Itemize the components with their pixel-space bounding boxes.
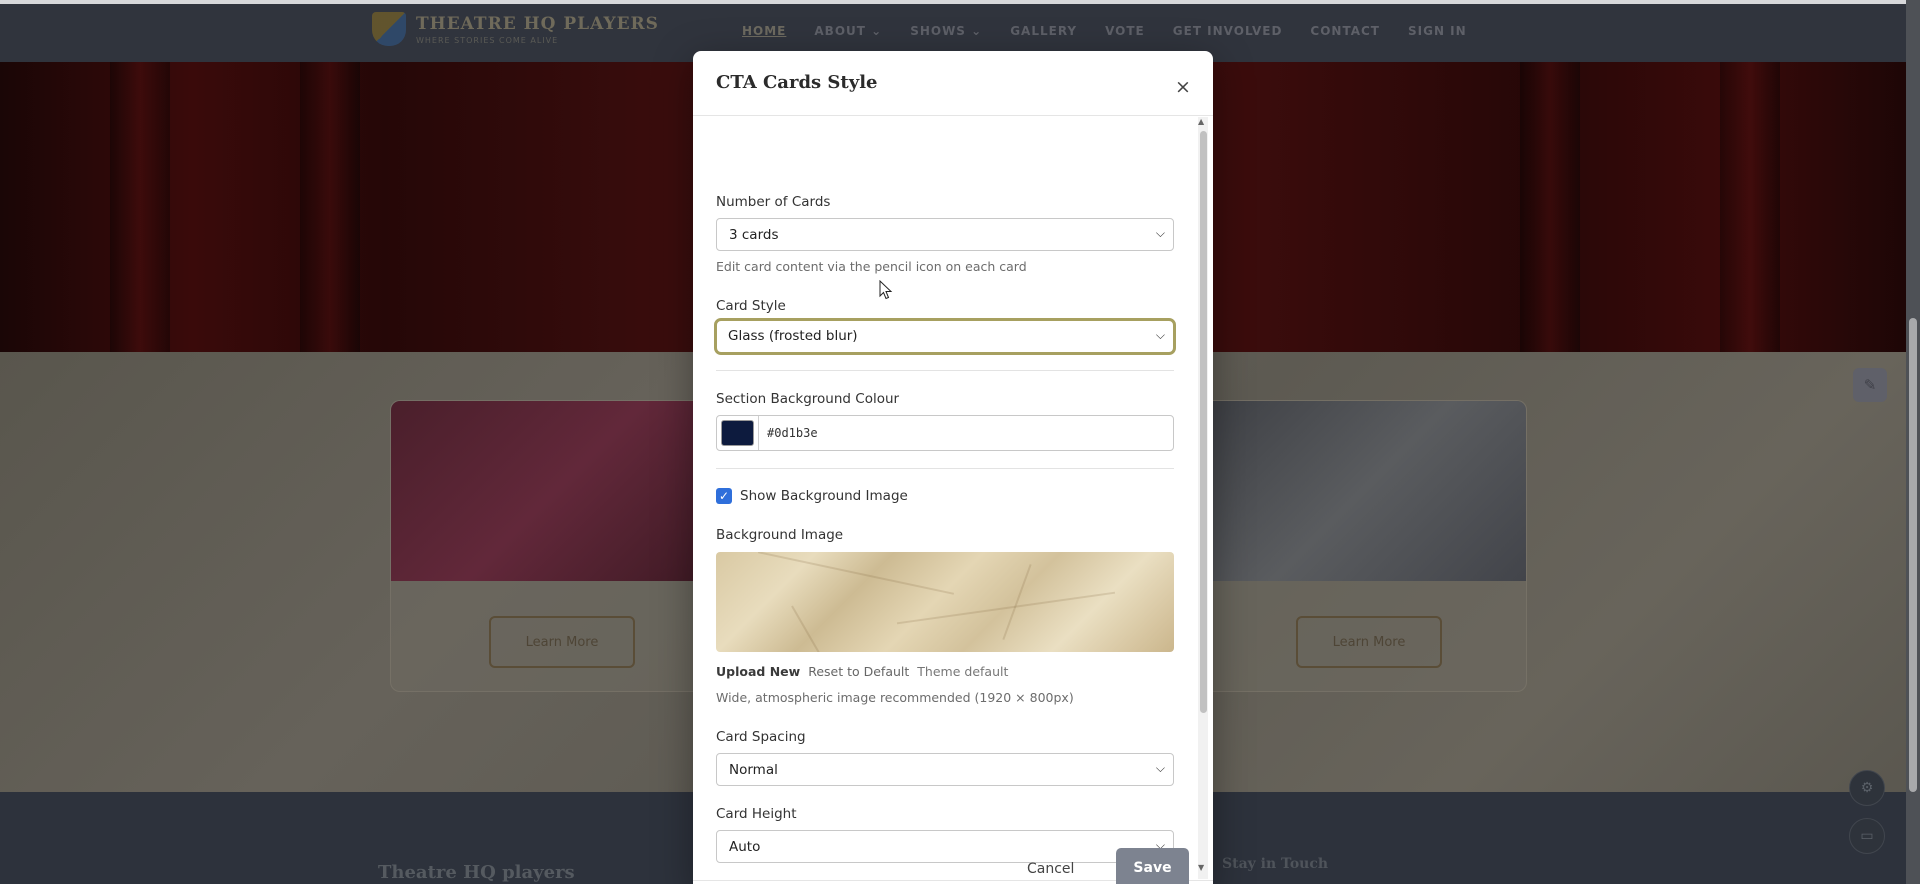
pencil-edit-icon[interactable]: ✎ <box>1853 368 1887 402</box>
footer-stay-in-touch: Stay in Touch <box>1222 856 1329 872</box>
nav-shows[interactable]: SHOWS ⌄ <box>910 24 982 38</box>
chevron-down-icon: ⌵ <box>1155 761 1165 775</box>
curtain-fold <box>1720 62 1780 352</box>
background-image-actions: Upload New Reset to Default Theme defaul… <box>716 664 1008 679</box>
color-separator <box>758 416 759 450</box>
show-bg-image-row[interactable]: ✓ Show Background Image <box>716 488 908 504</box>
card-style-label: Card Style <box>716 298 786 314</box>
card-spacing-value: Normal <box>729 762 778 778</box>
nav-sign-in[interactable]: SIGN IN <box>1408 24 1467 38</box>
background-image-preview <box>716 552 1174 652</box>
nav-contact[interactable]: CONTACT <box>1310 24 1380 38</box>
card-height-select[interactable]: Auto ⌵ <box>716 830 1174 863</box>
save-button[interactable]: Save <box>1116 848 1189 884</box>
cta-card: Learn More <box>1197 400 1527 692</box>
card-image-masks <box>391 401 719 581</box>
nav-vote[interactable]: VOTE <box>1105 24 1145 38</box>
settings-float-icon[interactable]: ⚙ <box>1849 770 1885 806</box>
scroll-up-arrow-icon[interactable]: ▲ <box>1198 117 1204 126</box>
nav-home[interactable]: HOME <box>742 24 786 38</box>
card-image-tickets <box>1198 401 1526 581</box>
divider <box>716 370 1174 371</box>
background-image-help: Wide, atmospheric image recommended (192… <box>716 690 1074 705</box>
show-bg-image-checkbox[interactable]: ✓ <box>716 488 732 504</box>
modal-body: Number of Cards 3 cards ⌵ Edit card cont… <box>693 117 1213 879</box>
cta-card: Learn More <box>390 400 720 692</box>
brand-tagline: WHERE STORIES COME ALIVE <box>416 35 559 45</box>
brand-name: THEATRE HQ PLAYERS <box>416 13 659 34</box>
site-brand[interactable]: THEATRE HQ PLAYERS WHERE STORIES COME AL… <box>372 12 659 46</box>
nav-gallery[interactable]: GALLERY <box>1010 24 1077 38</box>
number-of-cards-help: Edit card content via the pencil icon on… <box>716 259 1027 274</box>
theme-default-note: Theme default <box>917 664 1009 679</box>
nav-links: HOME ABOUT ⌄ SHOWS ⌄ GALLERY VOTE GET IN… <box>742 24 1495 38</box>
card-spacing-select[interactable]: Normal ⌵ <box>716 753 1174 786</box>
page-scrollbar-thumb[interactable] <box>1909 318 1917 792</box>
number-of-cards-select[interactable]: 3 cards ⌵ <box>716 218 1174 251</box>
nav-get-involved[interactable]: GET INVOLVED <box>1173 24 1283 38</box>
nav-about[interactable]: ABOUT ⌄ <box>814 24 882 38</box>
chevron-down-icon: ⌵ <box>1155 226 1165 240</box>
curtain-fold <box>110 62 170 352</box>
modal-header: CTA Cards Style × <box>693 51 1213 116</box>
card-height-label: Card Height <box>716 806 797 822</box>
section-bg-colour-field[interactable]: #0d1b3e <box>716 415 1174 451</box>
mouse-cursor-icon <box>879 280 893 300</box>
learn-more-button[interactable]: Learn More <box>489 616 635 668</box>
brand-shield-icon <box>372 12 406 46</box>
scroll-down-arrow-icon[interactable]: ▼ <box>1198 863 1204 872</box>
curtain-fold <box>300 62 360 352</box>
chevron-down-icon: ⌵ <box>1155 328 1165 342</box>
upload-new-link[interactable]: Upload New <box>716 664 800 679</box>
paper-crease <box>1002 564 1032 640</box>
section-bg-colour-label: Section Background Colour <box>716 391 900 407</box>
reset-to-default-link[interactable]: Reset to Default <box>808 664 909 679</box>
paper-crease <box>791 605 823 652</box>
paper-crease <box>757 552 955 595</box>
color-swatch[interactable] <box>721 420 754 446</box>
number-of-cards-label: Number of Cards <box>716 194 831 210</box>
number-of-cards-value: 3 cards <box>729 227 779 243</box>
curtain-fold <box>1520 62 1580 352</box>
learn-more-button[interactable]: Learn More <box>1296 616 1442 668</box>
cancel-button[interactable]: Cancel <box>1027 861 1074 877</box>
modal-title: CTA Cards Style <box>716 72 878 93</box>
card-spacing-label: Card Spacing <box>716 729 806 745</box>
divider <box>716 468 1174 469</box>
card-height-value: Auto <box>729 839 761 855</box>
footer-brand: Theatre HQ players <box>378 862 575 883</box>
chat-float-icon[interactable]: ▭ <box>1849 818 1885 854</box>
show-bg-image-label: Show Background Image <box>740 488 908 504</box>
paper-crease <box>896 591 1116 625</box>
cta-cards-style-modal: CTA Cards Style × Number of Cards 3 card… <box>693 51 1213 884</box>
background-image-label: Background Image <box>716 527 844 543</box>
color-hex-input[interactable]: #0d1b3e <box>767 426 818 440</box>
card-style-value: Glass (frosted blur) <box>728 328 858 344</box>
card-style-select[interactable]: Glass (frosted blur) ⌵ <box>714 318 1176 355</box>
close-icon[interactable]: × <box>1171 75 1195 99</box>
modal-scrollbar-thumb[interactable] <box>1200 131 1207 713</box>
